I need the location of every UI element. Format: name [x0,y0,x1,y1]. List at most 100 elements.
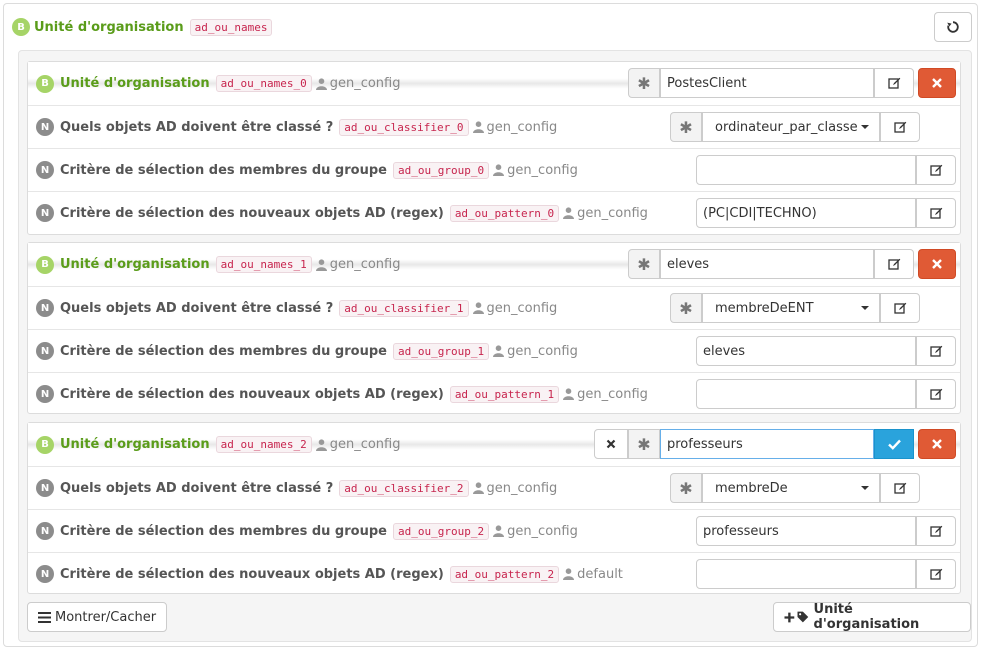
ou-name-input[interactable] [660,429,874,459]
ou-name-input[interactable] [660,68,874,98]
source-label: gen_config [486,119,558,135]
user-icon [472,482,484,494]
value-source: default [563,567,623,582]
value-source: gen_config [472,481,557,496]
source-label: gen_config [486,300,558,316]
edit-button[interactable] [916,559,956,589]
field-label: Unité d'organisation [60,437,210,452]
group-input[interactable] [696,516,916,546]
edit-button[interactable] [874,249,914,279]
user-icon [563,207,575,219]
toggle-label: Montrer/Cacher [55,609,157,625]
value-source: gen_config [472,300,558,316]
variable-name: ad_ou_pattern_0 [449,204,560,222]
edit-icon [929,525,942,537]
remove-button[interactable] [918,249,956,279]
group-input[interactable] [696,155,916,185]
caret-down-icon [861,486,869,490]
edit-icon [893,482,906,494]
cancel-icon [606,439,616,449]
edit-button[interactable] [916,379,956,409]
ou-classifier-row: N Quels objets AD doivent être classé ? … [28,286,960,329]
caret-down-icon [861,306,869,310]
pattern-input[interactable] [696,379,916,409]
edit-button[interactable] [880,473,920,503]
ou-panel: B Unité d'organisation ad_ou_names B Uni… [3,3,978,647]
user-icon [315,438,327,451]
group-input[interactable] [696,336,916,366]
classifier-select[interactable]: membreDe [702,473,880,503]
edit-button[interactable] [880,293,920,323]
ou-name-input[interactable] [660,249,874,279]
source-label: gen_config [329,257,401,272]
pattern-input[interactable] [696,198,916,228]
edit-icon [893,302,906,314]
plus-icon [784,612,795,622]
value-source: gen_config [493,344,578,359]
remove-icon [932,78,942,88]
edit-button[interactable] [880,112,920,142]
value-source: gen_config [493,163,578,178]
add-ou-button[interactable]: Unité d'organisation [773,602,971,632]
source-label: gen_config [507,343,578,359]
ou-list: B Unité d'organisation ad_ou_names_0 gen… [18,50,972,642]
badge-normal: N [36,342,54,360]
source-label: gen_config [507,523,578,539]
source-label: gen_config [577,386,648,402]
variable-name: ad_ou_classifier_2 [339,479,469,497]
field-label: Unité d'organisation [60,76,210,91]
check-icon [887,439,901,450]
toggle-button[interactable]: Montrer/Cacher [27,602,168,632]
remove-button[interactable] [918,429,956,459]
user-icon [472,121,484,133]
field-label: Critère de sélection des nouveaux objets… [60,205,444,221]
badge-normal: N [36,479,54,497]
badge-basic: B [36,435,54,454]
variable-name: ad_ou_group_0 [392,161,490,179]
panel-header: B Unité d'organisation ad_ou_names [12,16,273,38]
ou-name-row: B Unité d'organisation ad_ou_names_2 gen… [28,423,960,466]
variable-name: ad_ou_names_0 [215,75,312,92]
edit-button[interactable] [916,198,956,228]
add-ou-label: Unité d'organisation [813,602,920,632]
classifier-select[interactable]: ordinateur_par_classe [702,112,880,142]
badge-normal: N [36,161,54,179]
edit-icon [929,388,942,400]
field-label: Critère de sélection des membres du grou… [60,162,387,178]
asterisk-icon: ✱ [670,293,702,323]
field-label: Critère de sélection des membres du grou… [60,523,387,539]
source-label: gen_config [577,205,648,221]
classifier-select[interactable]: membreDeENT [702,293,880,323]
edit-icon [929,207,942,219]
tag-icon [797,611,809,623]
confirm-button[interactable] [874,429,914,459]
edit-icon [929,164,942,176]
edit-icon [887,77,900,89]
badge-normal: N [36,118,54,136]
remove-button[interactable] [918,68,956,98]
asterisk-icon: ✱ [628,68,660,98]
value-source: gen_config [563,206,648,221]
edit-button[interactable] [874,68,914,98]
edit-button[interactable] [916,336,956,366]
ou-group-row: N Critère de sélection des membres du gr… [28,329,960,372]
user-icon [563,388,575,400]
variable-name: ad_ou_group_1 [392,342,490,360]
value-source: gen_config [315,437,400,452]
ou-name-row: B Unité d'organisation ad_ou_names_0 gen… [28,62,960,105]
reset-button[interactable] [934,12,972,42]
edit-button[interactable] [916,516,956,546]
ou-entry-0: B Unité d'organisation ad_ou_names_0 gen… [27,61,961,235]
edit-icon [887,258,900,270]
cancel-edit-button[interactable] [594,429,628,459]
variable-name: ad_ou_pattern_2 [449,565,560,583]
remove-icon [932,439,942,449]
badge-basic: B [12,18,30,36]
badge-normal: N [36,204,54,222]
asterisk-icon: ✱ [670,112,702,142]
field-label: Quels objets AD doivent être classé ? [60,119,334,135]
edit-button[interactable] [916,155,956,185]
badge-normal: N [36,522,54,540]
field-label: Quels objets AD doivent être classé ? [60,300,334,316]
pattern-input[interactable] [696,559,916,589]
